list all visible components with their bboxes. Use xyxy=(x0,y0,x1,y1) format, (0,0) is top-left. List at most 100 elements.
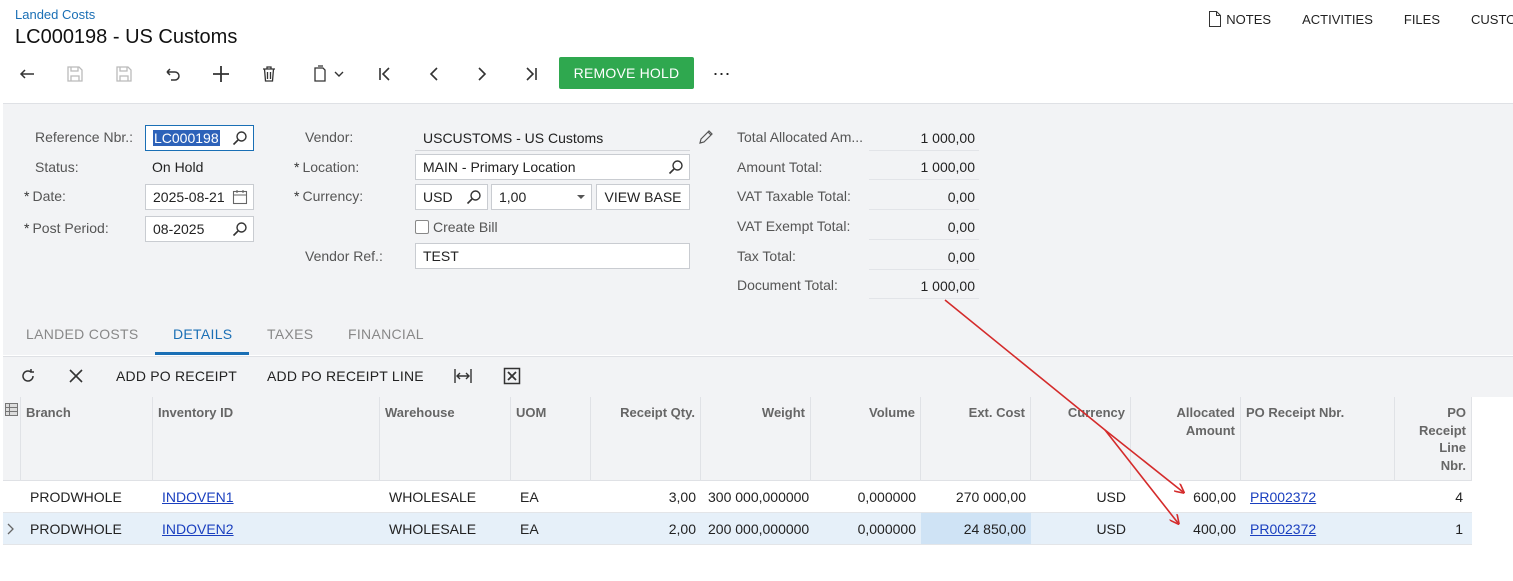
last-record-button[interactable] xyxy=(515,58,547,90)
breadcrumb[interactable]: Landed Costs xyxy=(15,7,95,22)
currency-code-input[interactable]: USD xyxy=(415,184,488,210)
post-period-input[interactable]: 08-2025 xyxy=(145,216,254,242)
view-base-button[interactable]: VIEW BASE xyxy=(596,184,690,210)
date-input[interactable]: 2025-08-21 xyxy=(145,184,254,210)
row-selector-header[interactable] xyxy=(3,397,21,481)
copy-paste-button[interactable] xyxy=(302,58,352,90)
column-header-currency[interactable]: Currency xyxy=(1031,397,1131,481)
cell-ext-cost[interactable]: 24 850,00 xyxy=(921,513,1031,544)
cell-currency[interactable]: USD xyxy=(1031,513,1131,544)
cell-po-receipt-nbr[interactable]: PR002372 xyxy=(1245,513,1395,544)
save-close-button[interactable] xyxy=(59,58,91,90)
create-bill-label[interactable]: Create Bill xyxy=(433,219,498,235)
column-header-po-receipt-nbr[interactable]: PO Receipt Nbr. xyxy=(1241,397,1395,481)
tab-financial[interactable]: FINANCIAL xyxy=(348,326,424,342)
next-record-button[interactable] xyxy=(466,58,498,90)
files-link[interactable]: FILES xyxy=(1404,11,1440,27)
currency-rate-select[interactable]: 1,00 xyxy=(491,184,592,210)
cell-po-receipt-line-nbr[interactable]: 1 xyxy=(1395,513,1468,544)
export-excel-button[interactable] xyxy=(502,366,522,386)
search-icon[interactable] xyxy=(668,159,684,175)
column-header-ext-cost[interactable]: Ext. Cost xyxy=(921,397,1031,481)
activities-link[interactable]: ACTIVITIES xyxy=(1302,11,1373,27)
cell-volume[interactable]: 0,000000 xyxy=(811,513,921,544)
column-header-warehouse[interactable]: Warehouse xyxy=(380,397,511,481)
column-header-allocated-amount[interactable]: Allocated Amount xyxy=(1131,397,1241,481)
table-row[interactable]: PRODWHOLE INDOVEN1 WHOLESALE EA 3,00 300… xyxy=(3,481,1472,513)
date-label-text: Date: xyxy=(32,188,66,204)
column-header-receipt-qty[interactable]: Receipt Qty. xyxy=(591,397,701,481)
cell-uom[interactable]: EA xyxy=(515,513,591,544)
remove-hold-button[interactable]: REMOVE HOLD xyxy=(559,57,694,89)
delete-button[interactable] xyxy=(253,58,285,90)
cell-warehouse[interactable]: WHOLESALE xyxy=(384,513,511,544)
add-icon xyxy=(213,66,229,82)
tab-taxes[interactable]: TAXES xyxy=(267,326,313,342)
cell-po-receipt-nbr[interactable]: PR002372 xyxy=(1245,481,1395,512)
create-bill-checkbox[interactable] xyxy=(415,220,429,234)
document-total-label: Document Total: xyxy=(737,277,838,293)
required-mark: * xyxy=(294,159,300,175)
row-selected-indicator xyxy=(3,513,21,544)
column-header-volume[interactable]: Volume xyxy=(811,397,921,481)
first-record-button[interactable] xyxy=(369,58,401,90)
required-mark: * xyxy=(294,188,300,204)
fit-columns-button[interactable] xyxy=(453,366,473,386)
column-header-branch[interactable]: Branch xyxy=(21,397,153,481)
cell-ext-cost[interactable]: 270 000,00 xyxy=(921,481,1031,512)
cell-branch[interactable]: PRODWHOLE xyxy=(25,513,153,544)
back-button[interactable] xyxy=(11,58,43,90)
undo-button[interactable] xyxy=(156,58,188,90)
pencil-icon[interactable] xyxy=(698,129,714,145)
cell-weight[interactable]: 300 000,000000 xyxy=(701,481,811,512)
search-icon[interactable] xyxy=(232,130,248,146)
cell-po-receipt-line-nbr[interactable]: 4 xyxy=(1395,481,1468,512)
vat-taxable-label: VAT Taxable Total: xyxy=(737,188,851,204)
chevron-right-icon xyxy=(7,523,14,534)
excel-icon xyxy=(503,367,521,385)
cell-inventory-id[interactable]: INDOVEN1 xyxy=(157,481,380,512)
location-input[interactable]: MAIN - Primary Location xyxy=(415,154,690,180)
tab-details[interactable]: DETAILS xyxy=(173,326,232,342)
cell-warehouse[interactable]: WHOLESALE xyxy=(384,481,511,512)
column-header-uom[interactable]: UOM xyxy=(511,397,591,481)
previous-record-button[interactable] xyxy=(418,58,450,90)
reference-nbr-input[interactable]: LC000198 xyxy=(145,125,254,151)
table-row[interactable]: PRODWHOLE INDOVEN2 WHOLESALE EA 2,00 200… xyxy=(3,513,1472,545)
reference-nbr-label: Reference Nbr.: xyxy=(35,129,134,145)
amount-total-value: 1 000,00 xyxy=(869,159,979,180)
discard-button[interactable] xyxy=(66,366,86,386)
cell-receipt-qty[interactable]: 3,00 xyxy=(591,481,701,512)
notes-link[interactable]: NOTES xyxy=(1208,11,1271,27)
cell-uom[interactable]: EA xyxy=(515,481,591,512)
notes-icon xyxy=(1209,11,1222,27)
column-header-inventory-id[interactable]: Inventory ID xyxy=(153,397,380,481)
tab-landed-costs[interactable]: LANDED COSTS xyxy=(26,326,139,342)
search-icon[interactable] xyxy=(466,189,482,205)
calendar-icon[interactable] xyxy=(232,189,248,205)
save-button[interactable] xyxy=(108,58,140,90)
cell-weight[interactable]: 200 000,000000 xyxy=(701,513,811,544)
cell-branch[interactable]: PRODWHOLE xyxy=(25,481,153,512)
cell-receipt-qty[interactable]: 2,00 xyxy=(591,513,701,544)
add-po-receipt-button[interactable]: ADD PO RECEIPT xyxy=(116,368,237,384)
cell-volume[interactable]: 0,000000 xyxy=(811,481,921,512)
customization-link[interactable]: CUSTO xyxy=(1471,11,1513,27)
more-button[interactable]: ⋯ xyxy=(706,58,738,90)
column-header-weight[interactable]: Weight xyxy=(701,397,811,481)
grid-settings-icon xyxy=(5,403,18,416)
vendor-value[interactable]: USCUSTOMS - US Customs xyxy=(423,130,603,146)
currency-label-text: Currency: xyxy=(302,188,364,204)
amount-total-label: Amount Total: xyxy=(737,159,823,175)
column-header-po-receipt-line-nbr[interactable]: PO Receipt Line Nbr. xyxy=(1395,397,1472,481)
cell-allocated-amount[interactable]: 600,00 xyxy=(1131,481,1241,512)
add-button[interactable] xyxy=(205,58,237,90)
status-label: Status: xyxy=(35,159,79,175)
cell-inventory-id[interactable]: INDOVEN2 xyxy=(157,513,380,544)
vendor-ref-input[interactable]: TEST xyxy=(415,243,690,269)
add-po-receipt-line-button[interactable]: ADD PO RECEIPT LINE xyxy=(267,368,424,384)
cell-allocated-amount[interactable]: 400,00 xyxy=(1131,513,1241,544)
refresh-button[interactable] xyxy=(18,366,38,386)
cell-currency[interactable]: USD xyxy=(1031,481,1131,512)
search-icon[interactable] xyxy=(232,221,248,237)
